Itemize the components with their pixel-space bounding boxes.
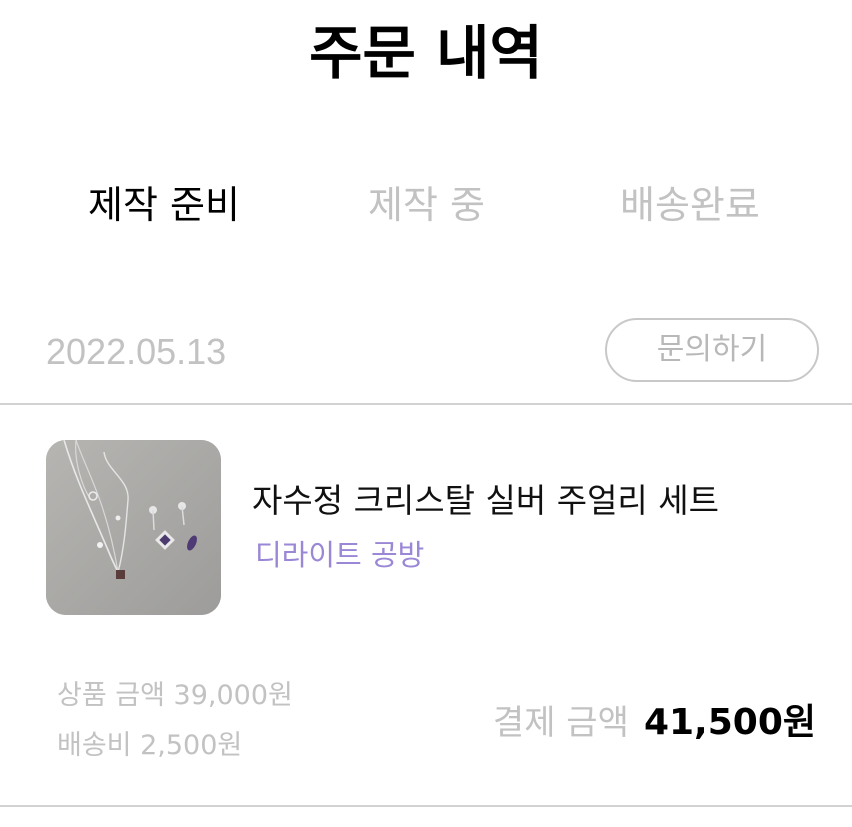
tab-in-production[interactable]: 제작 중 xyxy=(368,178,485,232)
divider xyxy=(0,805,852,807)
status-tabs: 제작 준비 제작 중 배송완료 xyxy=(0,178,852,234)
product-price: 상품 금액 39,000원 xyxy=(57,680,293,711)
order-date: 2022.05.13 xyxy=(46,331,227,372)
shop-name[interactable]: 디라이트 공방 xyxy=(255,535,424,575)
shipping-fee: 배송비 2,500원 xyxy=(57,730,243,761)
order-history-page: 주문 내역 제작 준비 제작 중 배송완료 2022.05.13 문의하기 자수… xyxy=(0,0,852,827)
page-title: 주문 내역 xyxy=(309,19,543,87)
inquiry-button[interactable]: 문의하기 xyxy=(605,318,819,382)
tab-delivered[interactable]: 배송완료 xyxy=(620,178,760,232)
payment-total-amount: 41,500원 xyxy=(643,702,816,743)
jewelry-set-photo-icon xyxy=(46,440,221,615)
product-name[interactable]: 자수정 크리스탈 실버 주얼리 세트 xyxy=(252,479,719,523)
divider xyxy=(0,403,852,405)
product-image[interactable] xyxy=(46,440,221,615)
payment-total: 결제 금액 41,500원 xyxy=(493,700,816,752)
payment-total-label: 결제 금액 xyxy=(492,703,629,743)
tab-preparing[interactable]: 제작 준비 xyxy=(88,178,240,232)
